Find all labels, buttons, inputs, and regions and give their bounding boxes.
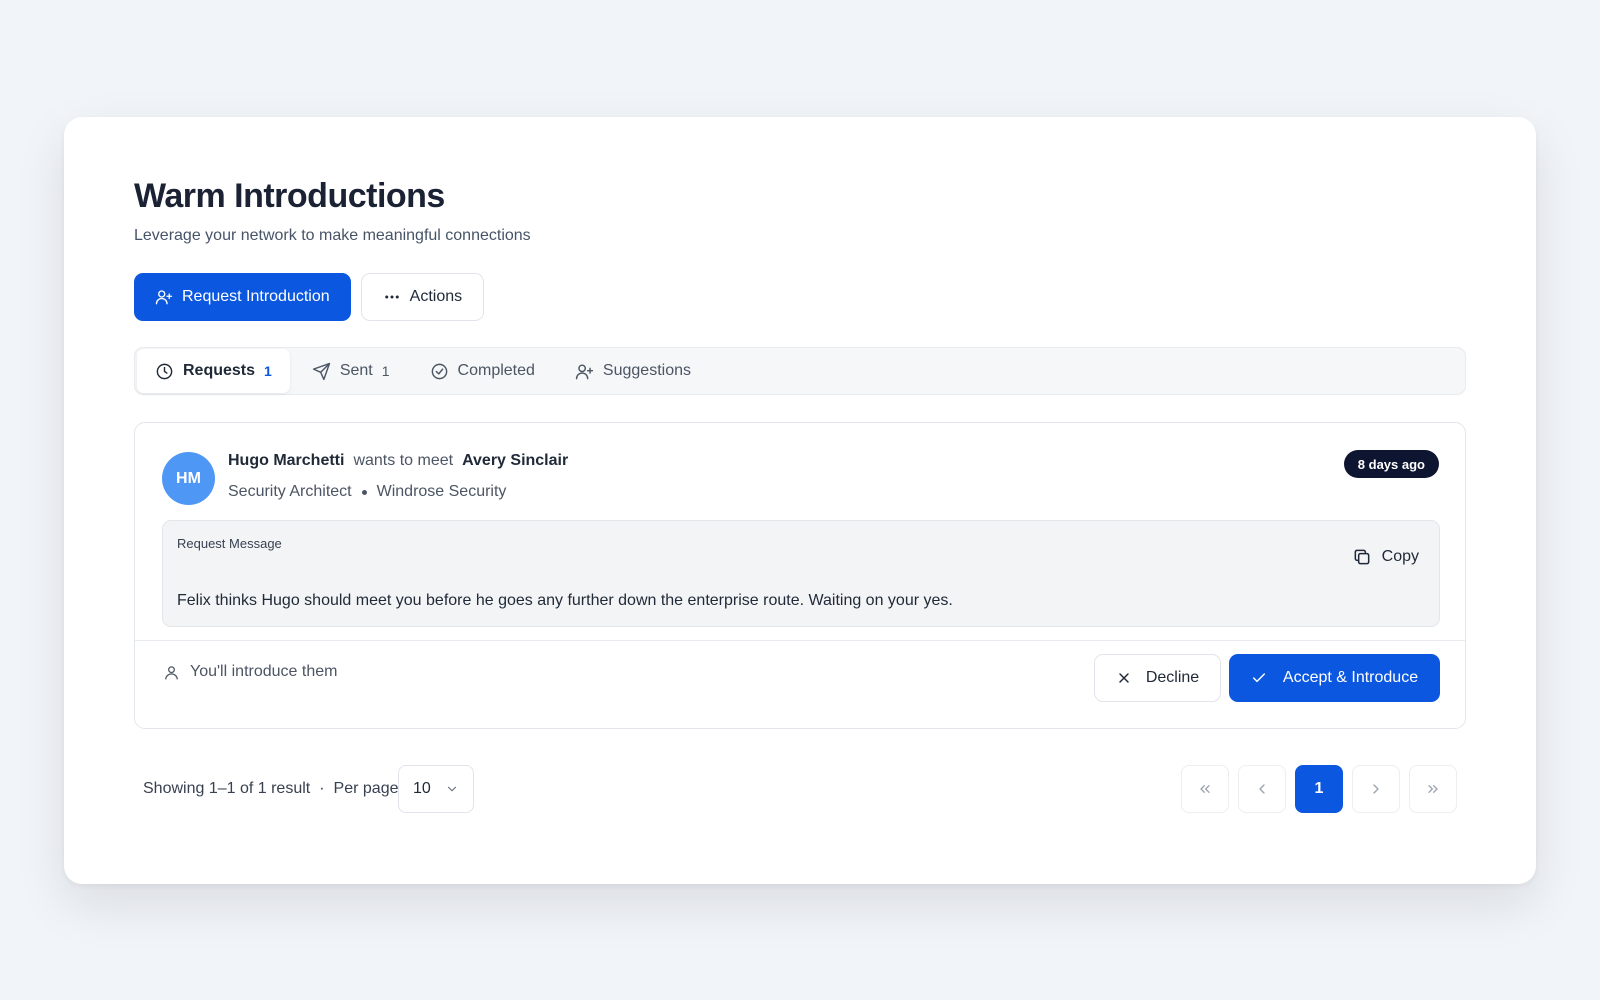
user-plus-icon (575, 363, 594, 379)
results-summary: Showing 1–1 of 1 result · Per page (143, 765, 398, 813)
separator: · (319, 780, 325, 797)
close-icon (1119, 673, 1129, 683)
accept-introduce-label: Accept & Introduce (1282, 669, 1419, 686)
per-page-value: 10 (413, 780, 431, 797)
per-page-select[interactable]: 10 (398, 765, 474, 813)
introduce-note-text: You'll introduce them (190, 663, 338, 680)
introduction-request-card: HM Hugo Marchetti wants to meet Avery Si… (134, 422, 1466, 729)
connector-text: wants to meet (353, 452, 454, 469)
pager: 1 (1181, 765, 1457, 813)
avatar: HM (162, 452, 215, 505)
per-page-label: Per page (333, 780, 399, 797)
tab-requests[interactable]: Requests 1 (137, 349, 290, 393)
request-message-box: Request Message Copy Felix thinks Hugo s… (162, 520, 1440, 627)
page-title: Warm Introductions (134, 177, 445, 215)
request-summary: Hugo Marchetti wants to meet Avery Sincl… (228, 452, 568, 470)
target-name: Avery Sinclair (462, 452, 569, 469)
page-button-current[interactable]: 1 (1295, 765, 1343, 813)
message-text: Felix thinks Hugo should meet you before… (177, 592, 953, 609)
card-divider (135, 640, 1465, 641)
check-icon (1252, 673, 1265, 683)
time-badge: 8 days ago (1343, 450, 1439, 478)
decline-label: Decline (1145, 669, 1200, 686)
chevron-right-icon (1373, 784, 1379, 794)
copy-icon (1354, 549, 1370, 565)
check-circle-icon (431, 363, 447, 379)
first-page-button[interactable] (1181, 765, 1229, 813)
showing-text: Showing 1–1 of 1 result (143, 780, 311, 797)
requester-details: Security Architect Windrose Security (228, 483, 506, 501)
previous-page-button[interactable] (1238, 765, 1286, 813)
toolbar: Request Introduction Actions (134, 273, 485, 321)
main-card: Warm Introductions Leverage your network… (64, 117, 1536, 884)
introduce-note: You'll introduce them (163, 663, 337, 681)
actions-label: Actions (409, 288, 463, 305)
copy-button[interactable]: Copy (1352, 547, 1419, 567)
tab-requests-label: Requests (183, 362, 256, 379)
tab-suggestions[interactable]: Suggestions (557, 349, 709, 393)
chevrons-left-icon (1200, 785, 1210, 793)
pagination-footer: Showing 1–1 of 1 result · Per page 10 1 (134, 765, 1466, 813)
decline-button[interactable]: Decline (1094, 654, 1221, 702)
message-label: Request Message (177, 536, 282, 551)
tab-requests-count: 1 (264, 363, 272, 379)
requester-name: Hugo Marchetti (228, 452, 345, 469)
tab-sent-label: Sent (339, 362, 373, 379)
user-icon (165, 665, 178, 680)
next-page-button[interactable] (1352, 765, 1400, 813)
requester-company: Windrose Security (376, 483, 507, 500)
chevron-down-icon (447, 786, 457, 792)
tab-bar: Requests 1 Sent 1 Completed Suggestions (134, 347, 1466, 395)
more-horizontal-icon (384, 295, 399, 299)
tab-sent[interactable]: Sent 1 (294, 349, 408, 393)
tab-sent-count: 1 (381, 363, 390, 379)
chevron-left-icon (1259, 784, 1265, 794)
separator-dot (361, 489, 367, 495)
user-plus-icon (155, 290, 173, 305)
requester-role: Security Architect (228, 483, 352, 500)
request-introduction-label: Request Introduction (182, 288, 330, 305)
page-subtitle: Leverage your network to make meaningful… (134, 227, 531, 244)
copy-label: Copy (1381, 548, 1419, 565)
tab-suggestions-label: Suggestions (602, 362, 691, 379)
chevrons-right-icon (1428, 785, 1438, 793)
actions-button[interactable]: Actions (360, 273, 485, 321)
tab-completed-label: Completed (457, 362, 535, 379)
clock-icon (156, 363, 173, 379)
accept-introduce-button[interactable]: Accept & Introduce (1229, 654, 1440, 702)
tab-completed[interactable]: Completed (412, 349, 553, 393)
request-introduction-button[interactable]: Request Introduction (134, 273, 351, 321)
last-page-button[interactable] (1409, 765, 1457, 813)
send-icon (312, 362, 330, 380)
